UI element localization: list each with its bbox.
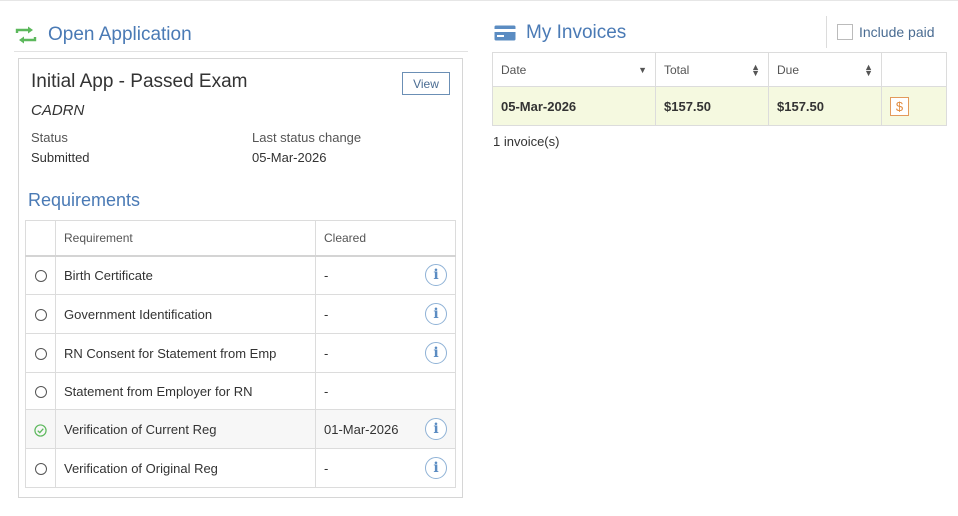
application-card: Initial App - Passed Exam View CADRN Sta… [18, 58, 463, 498]
pay-invoice-button[interactable]: $ [890, 96, 909, 116]
refresh-arrows-icon [14, 25, 40, 45]
status-column-header [25, 220, 56, 257]
cleared-column-header: Cleared [315, 220, 456, 257]
table-row: Government Identification - i [25, 294, 456, 334]
invoice-total-cell: $157.50 [655, 86, 769, 126]
table-row: 05-Mar-2026 $157.50 $157.50 $ [492, 86, 947, 126]
radio-empty-icon [34, 348, 47, 361]
status-label: Status [31, 130, 68, 145]
actions-column-header [881, 52, 947, 87]
invoices-table: Date ▼ Total ▲ ▼ Due ▲ ▼ 05-Mar-2026 $157.50 … [492, 52, 947, 126]
include-paid-label: Include paid [859, 24, 935, 40]
include-paid-checkbox[interactable] [837, 24, 853, 40]
cleared-cell: 01-Mar-2026 [324, 421, 399, 437]
status-value: Submitted [31, 150, 90, 165]
radio-empty-icon [34, 270, 47, 283]
total-column-header[interactable]: Total ▲ ▼ [655, 52, 769, 87]
check-circle-icon [34, 423, 47, 437]
info-icon[interactable]: i [425, 457, 447, 479]
info-icon[interactable]: i [425, 342, 447, 364]
table-row: Verification of Original Reg - i [25, 448, 456, 488]
include-paid-toggle[interactable]: Include paid [837, 24, 935, 40]
requirement-cell: Verification of Current Reg [55, 409, 316, 449]
credit-card-icon [494, 25, 516, 41]
cleared-cell: - [324, 267, 329, 283]
requirements-title: Requirements [28, 190, 141, 210]
due-column-header[interactable]: Due ▲ ▼ [768, 52, 882, 87]
application-code: CADRN [31, 102, 85, 119]
requirements-table: Requirement Cleared Birth Certificate - i… [25, 220, 456, 488]
info-icon[interactable]: i [425, 264, 447, 287]
requirement-column-header: Requirement [55, 220, 316, 257]
info-icon[interactable]: i [425, 303, 447, 325]
info-icon[interactable]: i [425, 418, 447, 440]
sort-icon: ▲ ▼ [864, 61, 873, 78]
date-column-header[interactable]: Date ▼ [492, 52, 656, 87]
cleared-cell: - [324, 306, 329, 322]
requirement-cell: RN Consent for Statement from Emp [55, 333, 316, 373]
requirement-cell: Statement from Employer for RN [55, 372, 316, 410]
application-name: Initial App - Passed Exam [31, 71, 248, 92]
last-status-change-value: 05-Mar-2026 [252, 150, 327, 165]
section-title: Open Application [48, 23, 192, 45]
requirement-cell: Government Identification [55, 294, 316, 334]
open-application-header: Open Application [14, 18, 468, 52]
section-title: My Invoices [526, 22, 627, 43]
header-divider [826, 16, 827, 48]
table-row: Statement from Employer for RN - [25, 372, 456, 410]
cleared-cell: - [324, 460, 329, 476]
invoice-count: 1 invoice(s) [493, 134, 560, 149]
requirement-cell: Birth Certificate [55, 255, 316, 295]
invoice-due-cell: $157.50 [768, 86, 882, 126]
table-row: Verification of Current Reg 01-Mar-2026 i [25, 409, 456, 449]
radio-empty-icon [34, 463, 47, 476]
table-row: Birth Certificate - i [25, 255, 456, 295]
sort-desc-icon: ▼ [638, 64, 647, 75]
requirement-cell: Verification of Original Reg [55, 448, 316, 488]
sort-icon: ▲ ▼ [751, 61, 760, 78]
view-button[interactable]: View [402, 72, 450, 95]
invoice-date-cell: 05-Mar-2026 [492, 86, 656, 126]
radio-empty-icon [34, 386, 47, 399]
table-row: RN Consent for Statement from Emp - i [25, 333, 456, 373]
top-divider [0, 0, 958, 1]
cleared-cell: - [324, 345, 329, 361]
last-status-change-label: Last status change [252, 130, 362, 145]
radio-empty-icon [34, 309, 47, 322]
cleared-cell: - [324, 383, 329, 399]
